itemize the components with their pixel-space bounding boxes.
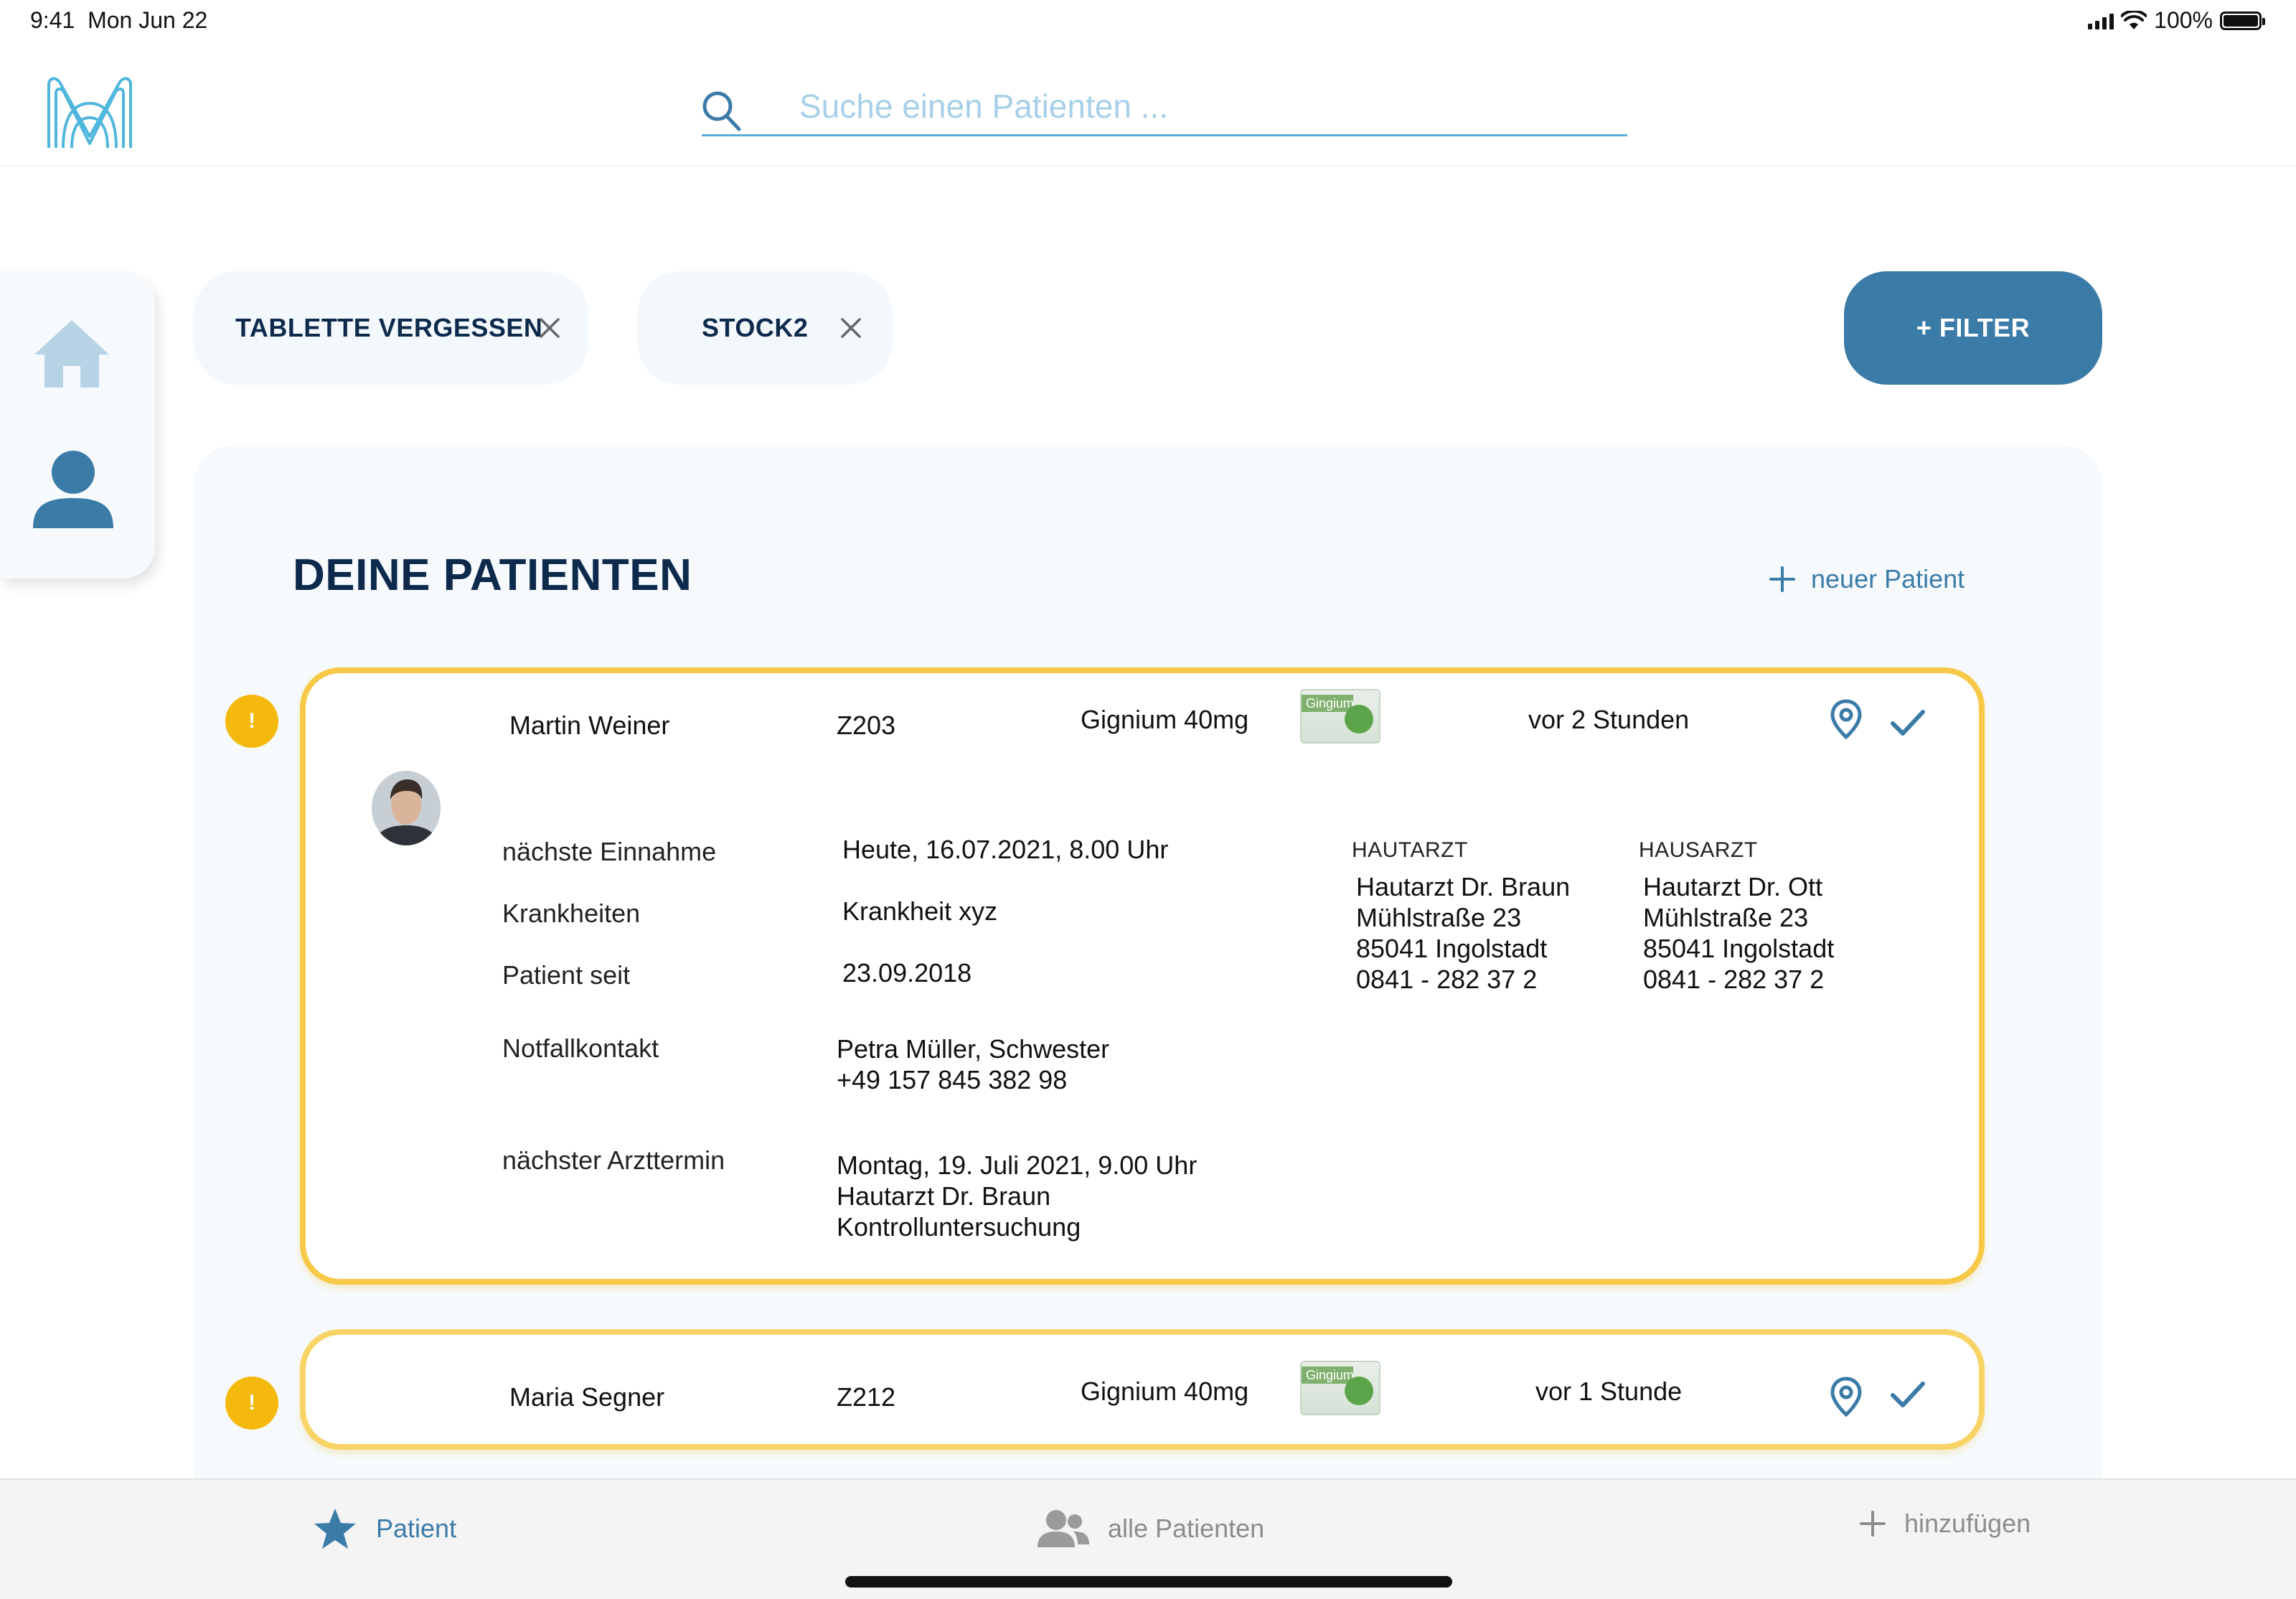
doctor-heading: HAUTARZT (1352, 838, 1468, 862)
star-icon (314, 1509, 356, 1549)
status-indicators: 100% (2088, 7, 2265, 34)
close-icon[interactable] (538, 316, 561, 339)
doctor-city: 85041 Ingolstadt (1643, 934, 1835, 963)
home-indicator[interactable] (845, 1576, 1452, 1588)
filter-chip-label: STOCK2 (702, 313, 809, 342)
next-intake-value: Heute, 16.07.2021, 8.00 Uhr (842, 835, 1169, 864)
patient-last-update: vor 1 Stunde (1535, 1377, 1683, 1406)
plus-icon (1860, 1511, 1886, 1537)
doctor-street: Mühlstraße 23 (1643, 903, 1809, 932)
appointment-type: Kontrolluntersuchung (837, 1212, 1081, 1242)
check-icon[interactable] (1890, 1381, 1926, 1410)
page-title: DEINE PATIENTEN (293, 550, 692, 600)
doctor-name: Hautarzt Dr. Ott (1643, 872, 1823, 901)
doctor-contact-card: Hautarzt Dr. Ott Mühlstraße 23 85041 Ing… (1643, 871, 1834, 995)
medical-m-logo-icon[interactable] (43, 75, 136, 154)
patient-since-value: 23.09.2018 (842, 958, 972, 988)
doctor-heading: HAUSARZT (1639, 838, 1758, 862)
filter-chip-label: TABLETTE VERGESSEN (235, 313, 543, 342)
patient-search-bar (702, 79, 1627, 136)
diseases-label: Krankheiten (502, 899, 641, 928)
wifi-icon (2121, 10, 2147, 29)
medication-package-image: Gingium (1300, 689, 1380, 744)
medication-package-text: Gingium (1302, 695, 1354, 712)
avatar (372, 771, 441, 845)
tab-label: Patient (376, 1514, 457, 1543)
appointment-doctor: Hautarzt Dr. Braun (837, 1181, 1051, 1211)
patient-name: Martin Weiner (509, 711, 670, 740)
location-pin-icon[interactable] (1830, 1377, 1863, 1417)
home-icon[interactable] (32, 316, 112, 390)
medication-package-image: Gingium (1300, 1361, 1380, 1415)
users-icon (1038, 1510, 1089, 1547)
patient-last-update: vor 2 Stunden (1528, 705, 1690, 734)
diseases-value: Krankheit xyz (842, 896, 998, 926)
emergency-contact-name: Petra Müller, Schwester (837, 1034, 1110, 1064)
patient-room: Z203 (837, 711, 896, 740)
status-bar: 9:41 Mon Jun 22 100% (0, 0, 2296, 43)
status-time: 9:41 Mon Jun 22 (30, 7, 208, 33)
close-icon[interactable] (839, 316, 862, 339)
doctor-city: 85041 Ingolstadt (1356, 934, 1548, 963)
app-header (0, 43, 2296, 167)
tab-add[interactable]: hinzufügen (1860, 1509, 2031, 1539)
plus-icon (1769, 566, 1795, 592)
tab-patient[interactable]: Patient (313, 1507, 456, 1550)
patient-since-label: Patient seit (502, 960, 631, 990)
app-screen: 9:41 Mon Jun 22 100% Suche einen Patient… (0, 0, 2296, 1599)
battery-icon (2220, 11, 2265, 30)
cellular-signal-icon (2088, 12, 2114, 29)
check-icon[interactable] (1890, 709, 1926, 738)
battery-percent: 100% (2154, 7, 2213, 33)
user-icon[interactable] (33, 449, 113, 530)
patient-medication: Gignium 40mg (1081, 1377, 1249, 1406)
patient-name: Maria Segner (509, 1382, 665, 1412)
tab-label: hinzufügen (1904, 1509, 2031, 1538)
search-input[interactable] (799, 85, 1589, 128)
doctor-street: Mühlstraße 23 (1356, 903, 1522, 932)
doctor-name: Hautarzt Dr. Braun (1356, 872, 1571, 901)
location-pin-icon[interactable] (1830, 699, 1863, 739)
emergency-contact-phone[interactable]: +49 157 845 382 98 (837, 1064, 1109, 1095)
new-patient-label: neuer Patient (1811, 564, 1965, 594)
new-patient-button[interactable]: neuer Patient (1769, 564, 1965, 594)
next-appointment: Montag, 19. Juli 2021, 9.00 Uhr Hautarzt… (837, 1150, 1197, 1242)
doctor-phone[interactable]: 0841 - 282 37 2 (1643, 964, 1834, 995)
doctor-phone[interactable]: 0841 - 282 37 2 (1356, 964, 1570, 995)
emergency-contact: Petra Müller, Schwester +49 157 845 382 … (837, 1033, 1109, 1095)
tab-label: alle Patienten (1108, 1514, 1265, 1543)
doctor-contact-card: Hautarzt Dr. Braun Mühlstraße 23 85041 I… (1356, 871, 1570, 995)
next-intake-label: nächste Einnahme (502, 837, 717, 866)
next-appointment-label: nächster Arzttermin (502, 1145, 725, 1175)
warning-badge: ! (225, 695, 278, 748)
filter-chip-stock2[interactable]: STOCK2 (637, 271, 893, 385)
add-filter-button[interactable]: + FILTER (1844, 271, 2102, 385)
search-icon[interactable] (702, 90, 742, 132)
tab-all-patients[interactable]: alle Patienten (1038, 1509, 1264, 1549)
patient-room: Z212 (837, 1382, 896, 1412)
side-navigation (0, 271, 155, 578)
medication-package-text: Gingium (1302, 1366, 1354, 1384)
warning-badge: ! (225, 1377, 278, 1430)
emergency-contact-label: Notfallkontakt (502, 1033, 659, 1063)
patient-medication: Gignium 40mg (1081, 705, 1249, 734)
filter-chip-tablette-vergessen[interactable]: TABLETTE VERGESSEN (194, 271, 588, 385)
appointment-date: Montag, 19. Juli 2021, 9.00 Uhr (837, 1150, 1198, 1180)
